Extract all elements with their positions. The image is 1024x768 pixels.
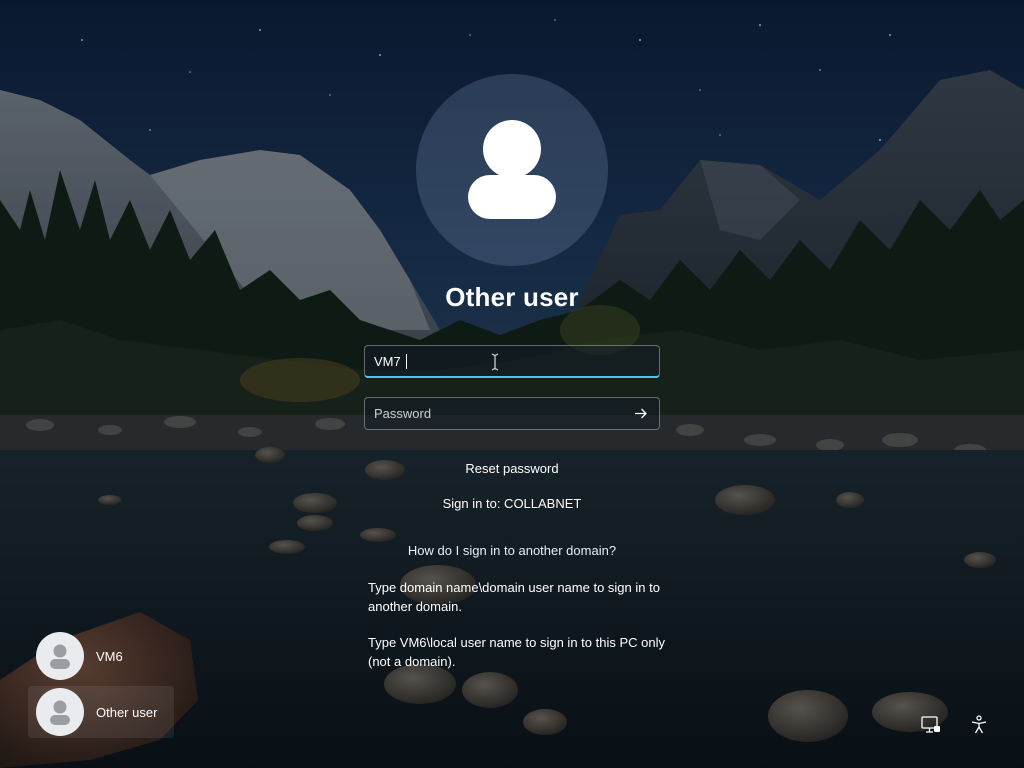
password-placeholder: Password (374, 406, 432, 421)
page-title: Other user (445, 282, 579, 312)
reset-password-link[interactable]: Reset password (312, 461, 712, 476)
another-domain-help-link[interactable]: How do I sign in to another domain? (312, 543, 712, 558)
password-field[interactable]: Password (364, 397, 660, 430)
user-avatar-small (36, 688, 84, 736)
username-field[interactable]: VM7 (364, 345, 660, 378)
user-avatar-icon (50, 700, 70, 725)
local-help-text: Type VM6\local user name to sign in to t… (368, 635, 665, 669)
submit-arrow-icon[interactable] (632, 405, 649, 422)
sign-in-domain-label: Sign in to: COLLABNET (442, 496, 582, 511)
user-avatar-small (36, 632, 84, 680)
user-list-item-other-user[interactable]: Other user (28, 686, 174, 738)
user-avatar-icon (468, 120, 556, 219)
domain-help-text: Type domain name\domain user name to sig… (368, 580, 660, 614)
user-avatar-icon (50, 644, 70, 669)
username-value: VM7 (374, 354, 401, 369)
user-list-item-vm6[interactable]: VM6 (28, 630, 174, 682)
network-icon[interactable] (920, 714, 942, 736)
accessibility-icon[interactable] (968, 714, 990, 736)
user-list-label: VM6 (96, 649, 123, 664)
text-caret (406, 354, 407, 369)
user-avatar-large (416, 74, 608, 266)
user-list-label: Other user (96, 705, 158, 720)
lock-screen: Other user VM7 Password Reset password S… (0, 0, 1024, 768)
ibeam-cursor-icon (491, 353, 499, 371)
